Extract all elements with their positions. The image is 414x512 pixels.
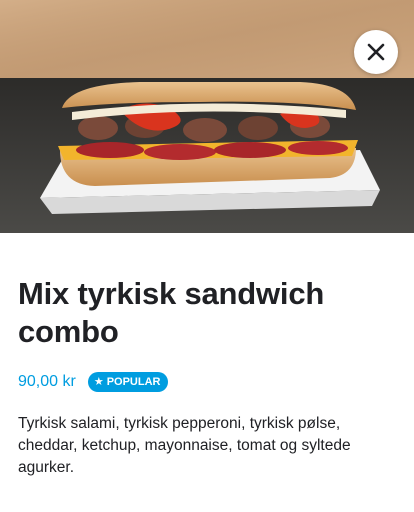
star-icon: ★ bbox=[93, 375, 104, 388]
item-description: Tyrkisk salami, tyrkisk pepperoni, tyrki… bbox=[18, 415, 351, 476]
popular-badge-label: POPULAR bbox=[106, 376, 161, 388]
sandwich-image bbox=[0, 0, 414, 233]
item-title: Mix tyrkisk sandwich combo bbox=[18, 276, 325, 349]
item-photo bbox=[0, 0, 414, 233]
close-icon bbox=[367, 43, 385, 61]
price-row: 90,00 kr ★ POPULAR bbox=[18, 369, 396, 395]
close-button[interactable] bbox=[354, 30, 398, 74]
popular-badge: ★ POPULAR bbox=[87, 372, 169, 392]
item-price: 90,00 kr bbox=[18, 373, 76, 390]
item-details: Mix tyrkisk sandwich combo 90,00 kr ★ PO… bbox=[0, 233, 414, 479]
